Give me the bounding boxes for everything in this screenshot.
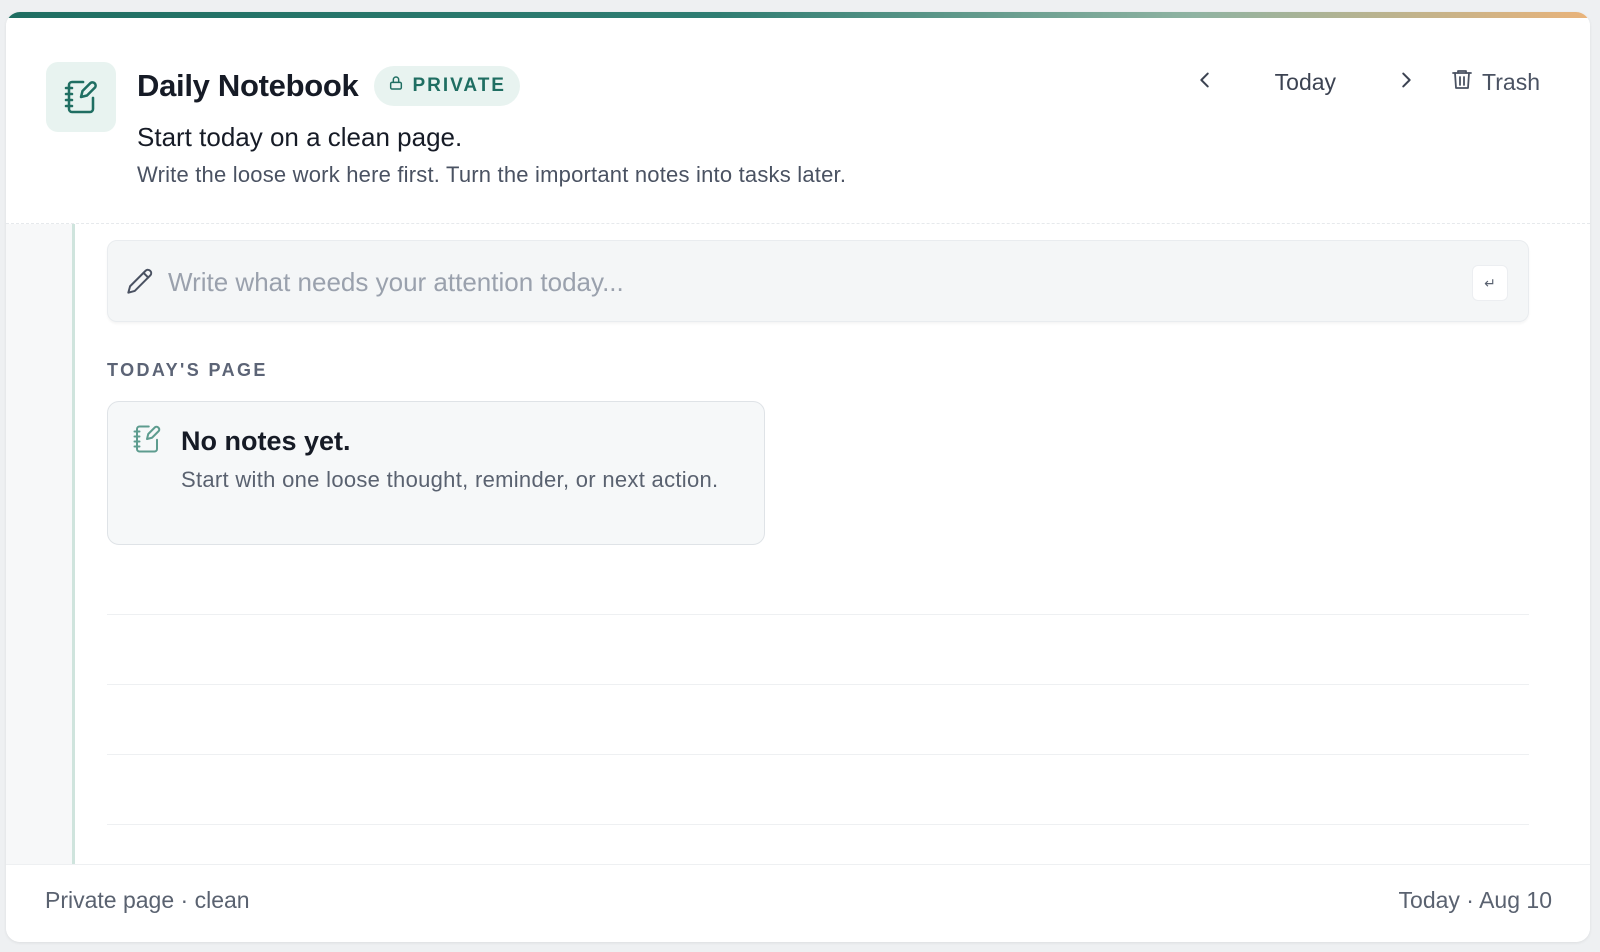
- section-label: TODAY'S PAGE: [107, 360, 268, 380]
- next-day-button[interactable]: [1384, 60, 1428, 104]
- trash-icon: [1450, 66, 1474, 98]
- empty-state-card: No notes yet. Start with one loose thoug…: [107, 401, 765, 545]
- private-badge: PRIVATE: [374, 66, 520, 106]
- pencil-icon: [126, 267, 154, 300]
- notebook-pen-icon: [132, 424, 162, 459]
- chevron-left-icon: [1194, 69, 1216, 96]
- trash-button[interactable]: Trash: [1440, 60, 1550, 104]
- trash-label: Trash: [1482, 68, 1540, 95]
- notebook-body: ↵ TODAY'S PAGE No notes yet. Start with …: [6, 224, 1590, 864]
- page-date: Today · Aug 10: [1398, 887, 1552, 913]
- page-status: Private page · clean: [45, 887, 250, 913]
- ruled-line: [107, 754, 1529, 755]
- page-subtitle: Start today on a clean page.: [137, 122, 463, 152]
- ruled-line: [107, 824, 1529, 825]
- submit-note-button[interactable]: ↵: [1472, 265, 1508, 301]
- ruled-line: [107, 614, 1529, 615]
- notebook-pen-icon: [46, 62, 116, 132]
- note-input[interactable]: [168, 261, 1448, 303]
- footer: Private page · clean Today · Aug 10: [6, 864, 1590, 942]
- title-row: Daily Notebook PRIVATE: [137, 66, 520, 106]
- notebook-card: Daily Notebook PRIVATE Start today on a …: [6, 12, 1590, 942]
- chevron-right-icon: [1395, 69, 1417, 96]
- page-title: Daily Notebook: [137, 68, 359, 103]
- empty-state-title: No notes yet.: [181, 426, 351, 456]
- empty-state-text: Start with one loose thought, reminder, …: [181, 467, 719, 492]
- page-gutter: [6, 224, 72, 864]
- note-composer: ↵: [107, 240, 1529, 322]
- header: Daily Notebook PRIVATE Start today on a …: [6, 18, 1590, 224]
- page-description: Write the loose work here first. Turn th…: [137, 162, 847, 187]
- margin-line: [72, 224, 75, 864]
- previous-day-button[interactable]: [1183, 60, 1227, 104]
- lock-icon: [388, 74, 404, 98]
- date-navigation: Today Trash: [1183, 60, 1550, 104]
- today-button[interactable]: Today: [1255, 60, 1356, 104]
- ruled-line: [107, 684, 1529, 685]
- badge-label: PRIVATE: [412, 75, 506, 96]
